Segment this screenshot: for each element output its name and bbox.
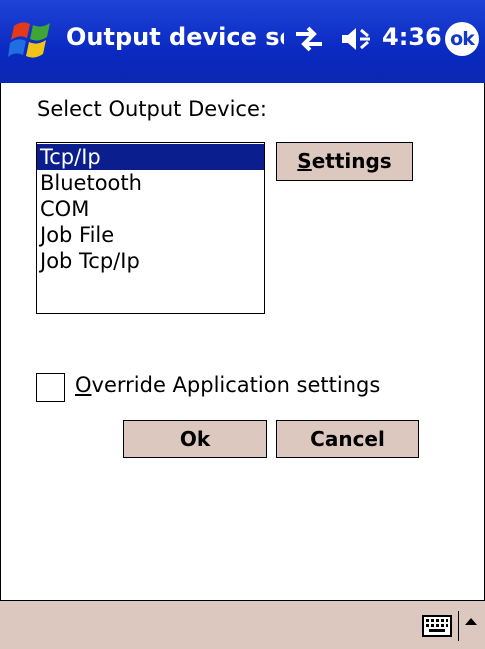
override-settings-checkbox[interactable] [36,373,65,402]
settings-button[interactable]: Settings [276,142,413,181]
override-label-accel: O [75,373,92,397]
settings-button-label: ettings [311,149,392,173]
volume-icon[interactable] [340,24,376,54]
keyboard-icon[interactable] [422,615,452,637]
cancel-button[interactable]: Cancel [276,420,419,458]
clock[interactable]: 4:36 [382,23,442,51]
ok-title-button[interactable]: ok [445,22,479,56]
list-item[interactable]: Job File [37,222,264,248]
override-settings-label[interactable]: Override Application settings [75,373,380,397]
output-device-list[interactable]: Tcp/Ip Bluetooth COM Job File Job Tcp/Ip [36,142,265,314]
windows-flag-icon[interactable] [8,14,56,66]
connectivity-icon[interactable] [292,24,326,54]
select-output-label: Select Output Device: [37,97,267,121]
settings-button-accel: S [297,149,312,173]
override-label-text: verride Application settings [91,373,381,397]
ok-button[interactable]: Ok [123,420,267,458]
menu-bar [0,600,485,649]
list-item[interactable]: COM [37,196,264,222]
arrow-up-icon[interactable] [465,618,477,625]
list-item[interactable]: Tcp/Ip [37,144,264,170]
menu-separator [458,611,459,641]
list-item[interactable]: Job Tcp/Ip [37,248,264,274]
window-title: Output device selec [66,23,284,51]
title-bar: Output device selec 4:36 ok [0,0,485,83]
list-item[interactable]: Bluetooth [37,170,264,196]
